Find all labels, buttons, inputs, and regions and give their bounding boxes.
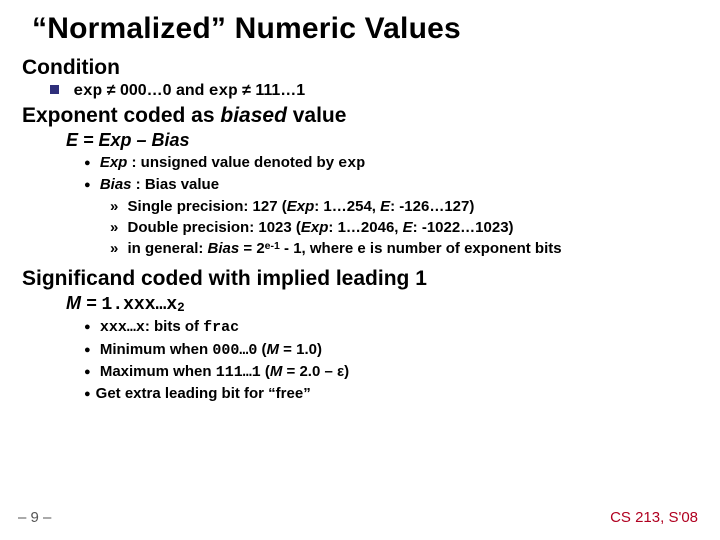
text: = 2 — [239, 240, 264, 257]
var: Exp — [301, 219, 329, 236]
course-id: CS 213, S'08 — [610, 509, 698, 526]
var: Exp — [287, 198, 315, 215]
exponent-sup: e-1 — [265, 240, 280, 252]
text: : 1…254, — [314, 198, 380, 215]
text: ( — [261, 363, 270, 380]
var: E — [403, 219, 413, 236]
section-condition: Condition — [22, 56, 698, 80]
formula-e: E = Exp – Bias — [66, 130, 698, 151]
exp-var: Exp — [100, 154, 128, 171]
m-value: 1.xxx…x — [102, 295, 178, 315]
var: E — [380, 198, 390, 215]
single-precision: Single precision: 127 (Exp: 1…254, E: -1… — [110, 197, 698, 217]
slide: “Normalized” Numeric Values Condition ex… — [0, 0, 720, 540]
text: ( — [257, 341, 266, 358]
text: : -1022…1023) — [413, 219, 514, 236]
var: M — [270, 363, 283, 380]
text: : Bias value — [132, 176, 220, 193]
text: Single precision: 127 ( — [128, 198, 287, 215]
biased-word: biased — [220, 104, 287, 127]
text: = 1.0) — [279, 341, 322, 358]
slide-title: “Normalized” Numeric Values — [32, 12, 698, 46]
free-bit: Get extra leading bit for “free” — [84, 384, 698, 404]
page-number: – 9 – — [18, 509, 51, 526]
exp-code: exp — [73, 82, 102, 100]
section-significand: Significand coded with implied leading 1 — [22, 267, 698, 291]
text: Maximum when — [100, 363, 216, 380]
section-exponent: Exponent coded as biased value — [22, 104, 698, 128]
bits-pattern: xxx…x — [100, 319, 145, 336]
text: - 1, where e is number of exponent bits — [280, 240, 562, 257]
text: ≠ 000…0 and — [102, 82, 209, 99]
text: value — [287, 104, 347, 127]
text: : 1…2046, — [328, 219, 402, 236]
general-bias: in general: Bias = 2e-1 - 1, where e is … — [110, 239, 698, 259]
minimum-line: Minimum when 000…0 (M = 1.0) — [84, 340, 698, 361]
text: ≠ 111…1 — [238, 82, 306, 99]
m-label: M = — [66, 293, 102, 313]
var: M — [267, 341, 280, 358]
text: : -126…127) — [390, 198, 474, 215]
text: in general: — [128, 240, 208, 257]
text: = 2.0 – ε) — [282, 363, 349, 380]
double-precision: Double precision: 1023 (Exp: 1…2046, E: … — [110, 218, 698, 238]
condition-line: exp ≠ 000…0 and exp ≠ 111…1 — [50, 82, 698, 100]
maximum-line: Maximum when 111…1 (M = 2.0 – ε) — [84, 362, 698, 383]
text: : unsigned value denoted by — [127, 154, 338, 171]
formula-m: M = 1.xxx…x2 — [66, 293, 698, 315]
ones: 111…1 — [216, 364, 261, 381]
text: Exponent coded as — [22, 104, 220, 127]
exp-code: exp — [338, 155, 365, 172]
var: Bias — [208, 240, 240, 257]
exp-code: exp — [209, 82, 238, 100]
exp-bullet: Exp : unsigned value denoted by exp — [84, 153, 698, 174]
bias-var: Bias — [100, 176, 132, 193]
zeros: 000…0 — [212, 342, 257, 359]
text: Double precision: 1023 ( — [128, 219, 301, 236]
m-sub: 2 — [177, 301, 185, 315]
text: : bits of — [145, 318, 203, 335]
text: Minimum when — [100, 341, 213, 358]
frac-code: frac — [203, 319, 239, 336]
frac-bits: xxx…x: bits of frac — [84, 317, 698, 338]
bias-bullet: Bias : Bias value — [84, 175, 698, 195]
